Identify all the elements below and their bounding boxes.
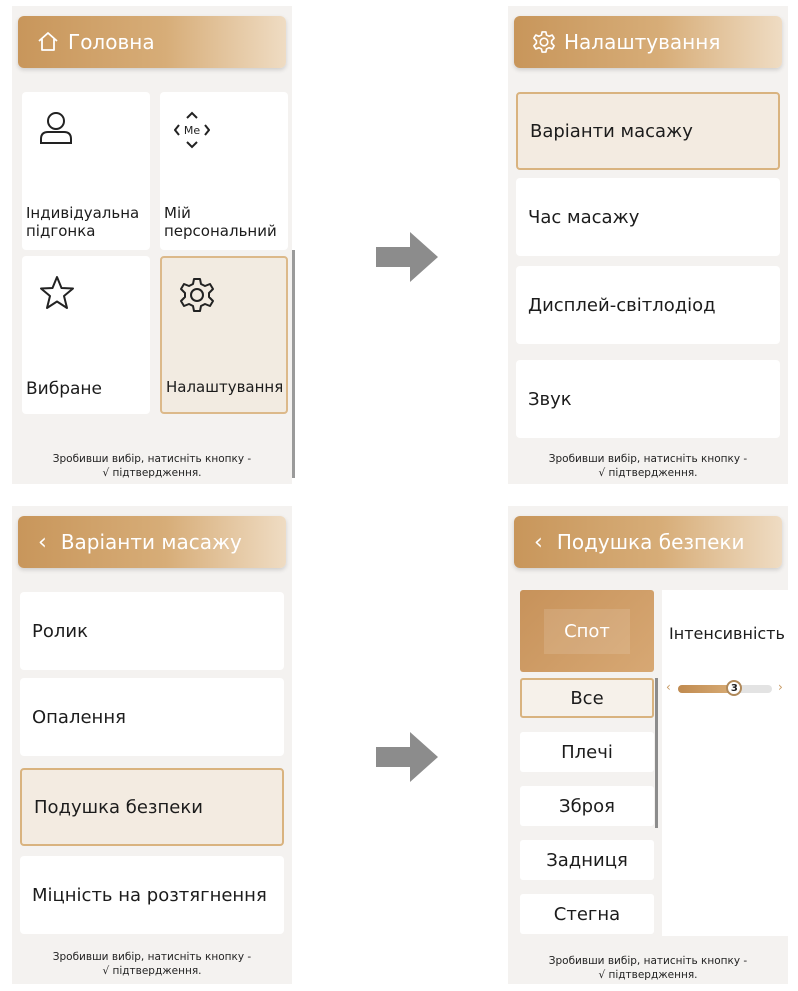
user-icon	[38, 110, 74, 150]
home-icon	[36, 30, 60, 54]
mode-label: Спот	[544, 608, 630, 654]
footer-line2: √ підтвердження.	[598, 467, 698, 479]
sub-item-shoulders[interactable]: Плечі	[520, 732, 654, 772]
footer-hint: Зробивши вибір, натисніть кнопку - √ під…	[12, 452, 292, 480]
footer-hint: Зробивши вибір, натисніть кнопку - √ під…	[508, 954, 788, 982]
footer-line2: √ підтвердження.	[102, 965, 202, 977]
chevron-left-icon[interactable]: ‹	[666, 680, 671, 694]
airbag-screen: ‹ Подушка безпеки Спот Все Плечі Зброя З…	[508, 506, 792, 984]
menu-item-label: Звук	[528, 388, 572, 410]
sub-item-buttocks[interactable]: Задниця	[520, 840, 654, 880]
menu-item-label: Дисплей-світлодіод	[528, 294, 716, 316]
intensity-label: Інтенсивність	[669, 624, 785, 643]
massage-options-screen: ‹ Варіанти масажу Ролик Опалення Подушка…	[12, 506, 292, 984]
chevron-right-icon[interactable]: ›	[778, 680, 783, 694]
menu-item-roller[interactable]: Ролик	[20, 592, 284, 670]
slider-value: 3	[730, 682, 738, 694]
mode-spot-tab[interactable]: Спот	[520, 590, 654, 672]
tile-favorites[interactable]: Вибране	[22, 256, 150, 414]
home-header: Головна	[18, 16, 286, 68]
footer-line2: √ підтвердження.	[102, 467, 202, 479]
footer-line2: √ підтвердження.	[598, 969, 698, 981]
tile-my-personal[interactable]: Me Мій персональний	[160, 92, 288, 250]
settings-screen: Налаштування Варіанти масажу Час масажу …	[508, 6, 788, 484]
tile-label: Індивідуальна підгонка	[26, 204, 140, 240]
back-icon[interactable]: ‹	[38, 530, 47, 555]
menu-item-massage-time[interactable]: Час масажу	[516, 178, 780, 256]
massage-options-header: ‹ Варіанти масажу	[18, 516, 286, 568]
tile-settings[interactable]: Налаштування	[160, 256, 288, 414]
menu-item-sound[interactable]: Звук	[516, 360, 780, 438]
intensity-panel: Інтенсивність ‹ 3 ›	[662, 590, 792, 936]
menu-item-label: Час масажу	[528, 206, 640, 228]
sub-item-label: Плечі	[561, 741, 613, 763]
menu-item-label: Міцність на розтягнення	[32, 884, 267, 906]
menu-item-label: Опалення	[32, 706, 126, 728]
header-title: Подушка безпеки	[556, 530, 745, 554]
footer-hint: Зробивши вибір, натисніть кнопку - √ під…	[508, 452, 788, 480]
menu-item-massage-options[interactable]: Варіанти масажу	[516, 92, 780, 170]
menu-item-stretch-strength[interactable]: Міцність на розтягнення	[20, 856, 284, 934]
intensity-slider[interactable]: ‹ 3 ›	[662, 678, 792, 700]
back-icon[interactable]: ‹	[534, 530, 543, 555]
footer-line1: Зробивши вибір, натисніть кнопку -	[52, 453, 252, 465]
footer-line1: Зробивши вибір, натисніть кнопку -	[548, 453, 748, 465]
footer-hint: Зробивши вибір, натисніть кнопку - √ під…	[12, 950, 292, 978]
footer-line1: Зробивши вибір, натисніть кнопку -	[52, 951, 252, 963]
sub-item-thighs[interactable]: Стегна	[520, 894, 654, 934]
airbag-header: ‹ Подушка безпеки	[514, 516, 782, 568]
slider-knob[interactable]: 3	[726, 680, 743, 696]
header-title: Налаштування	[564, 30, 721, 54]
menu-item-display-led[interactable]: Дисплей-світлодіод	[516, 266, 780, 344]
arrow-right-icon	[376, 232, 438, 282]
arrow-right-icon	[376, 732, 438, 782]
sub-item-label: Стегна	[553, 903, 621, 925]
settings-header: Налаштування	[514, 16, 782, 68]
sub-item-all[interactable]: Все	[520, 678, 654, 718]
sub-item-label: Зброя	[559, 795, 615, 817]
sub-list-scrollbar[interactable]	[655, 678, 658, 828]
menu-item-label: Варіанти масажу	[530, 120, 693, 142]
me-icon: Me	[173, 110, 211, 154]
sub-item-label: Все	[570, 687, 604, 709]
tile-label: Налаштування	[166, 378, 284, 396]
tile-individual-fit[interactable]: Індивідуальна підгонка	[22, 92, 150, 250]
sub-item-arms[interactable]: Зброя	[520, 786, 654, 826]
slider-track: 3	[678, 680, 772, 696]
menu-item-label: Подушка безпеки	[34, 796, 203, 818]
tile-label: Мій персональний	[164, 204, 277, 240]
me-icon-text: Me	[184, 124, 200, 137]
scrollbar[interactable]	[292, 250, 295, 478]
tile-label: Вибране	[26, 379, 102, 399]
menu-item-airbag[interactable]: Подушка безпеки	[20, 768, 284, 846]
sub-item-label: Задниця	[546, 849, 628, 871]
menu-item-label: Ролик	[32, 620, 88, 642]
footer-line1: Зробивши вибір, натисніть кнопку -	[548, 955, 748, 967]
header-title: Головна	[68, 30, 155, 54]
header-title: Варіанти масажу	[60, 530, 242, 554]
gear-icon	[178, 276, 216, 318]
home-screen: Головна Індивідуальна підгонка Me Мій пе…	[12, 6, 292, 484]
menu-item-heating[interactable]: Опалення	[20, 678, 284, 756]
gear-icon	[532, 30, 556, 54]
star-icon	[38, 274, 76, 316]
